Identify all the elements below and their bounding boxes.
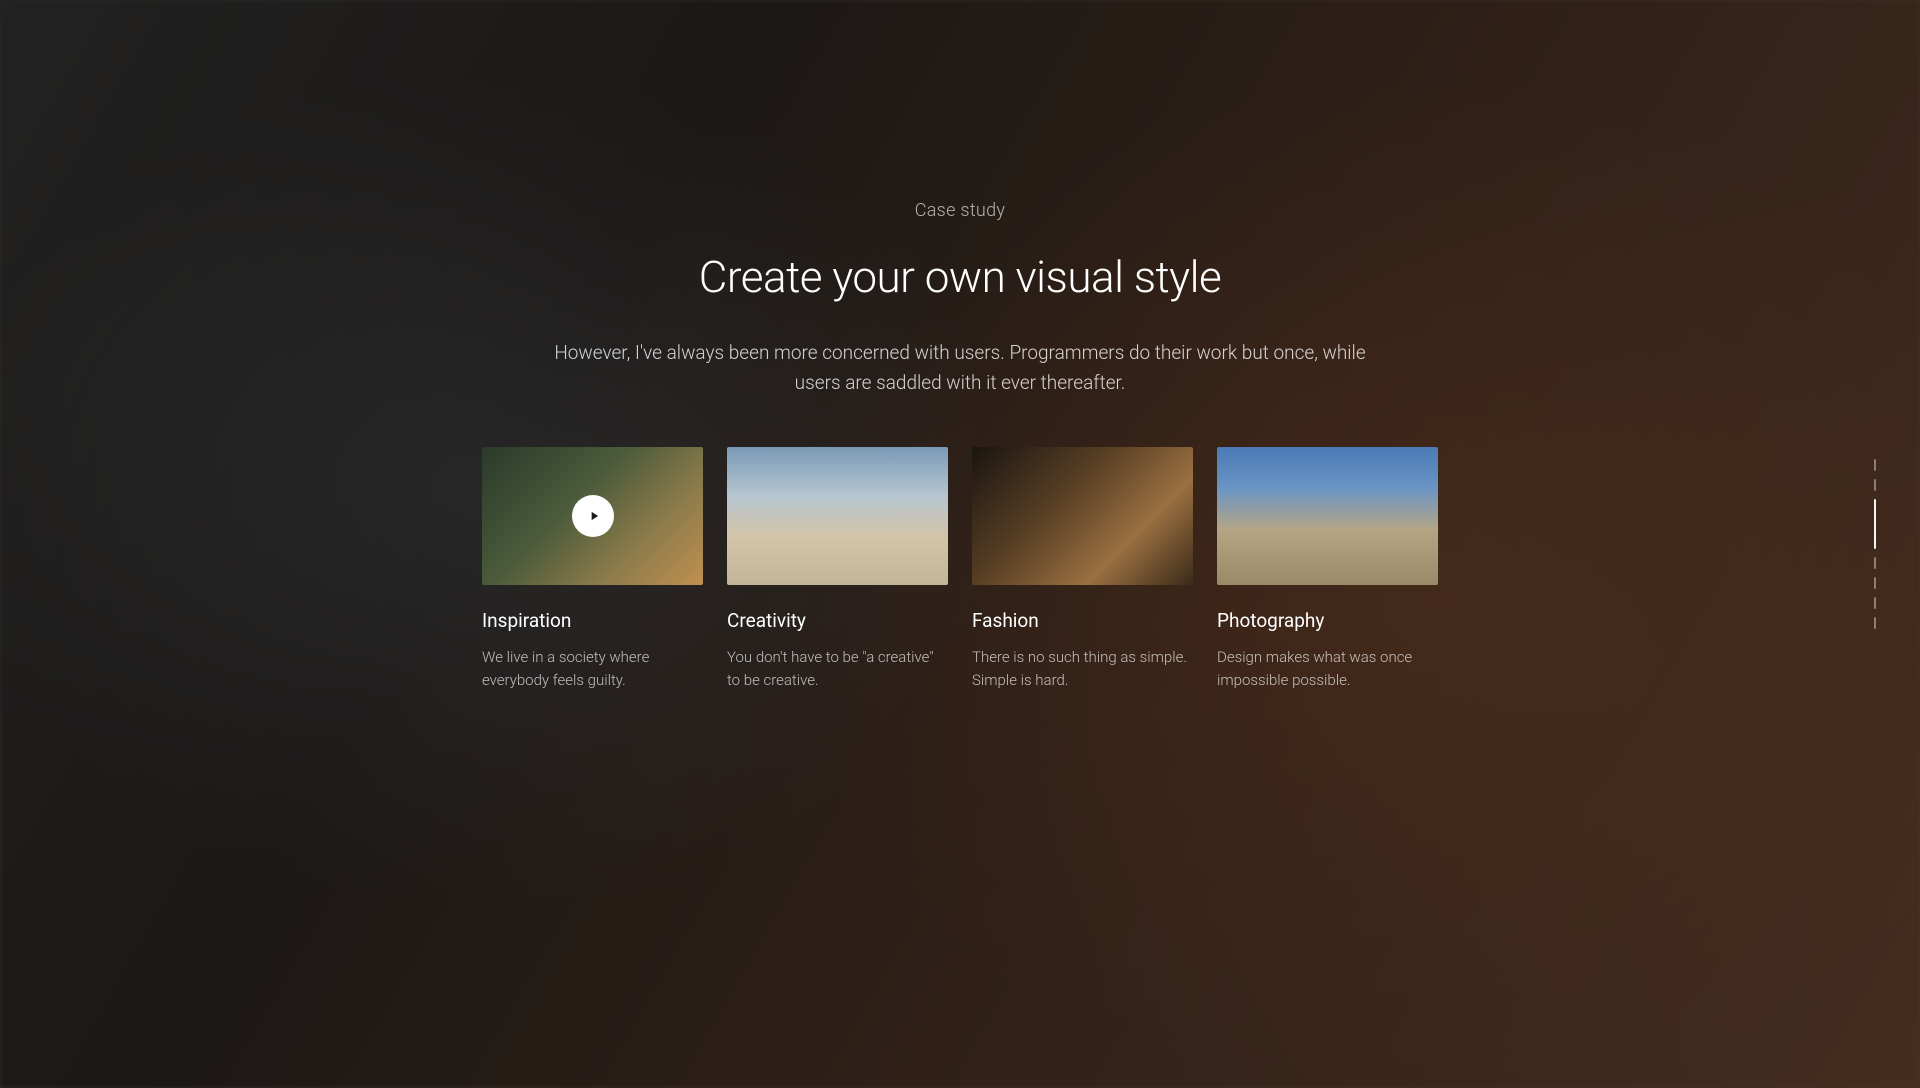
card-description: We live in a society where everybody fee… [482,646,703,693]
card-image-inspiration[interactable] [482,447,703,585]
card-image-photography[interactable] [1217,447,1438,585]
section-subheading: However, I've always been more concerned… [550,338,1370,399]
card-inspiration: Inspiration We live in a society where e… [482,447,703,693]
card-description: There is no such thing as simple. Simple… [972,646,1193,693]
card-title: Fashion [972,609,1193,632]
indicator-dot-1[interactable] [1874,459,1876,471]
play-button[interactable] [572,495,614,537]
page-indicator [1874,459,1876,629]
card-fashion: Fashion There is no such thing as simple… [972,447,1193,693]
content-container: Case study Create your own visual style … [0,0,1920,1088]
card-photography: Photography Design makes what was once i… [1217,447,1438,693]
card-description: You don't have to be "a creative" to be … [727,646,948,693]
card-image-fashion[interactable] [972,447,1193,585]
indicator-dot-4[interactable] [1874,557,1876,569]
indicator-dot-3[interactable] [1874,499,1876,549]
card-title: Photography [1217,609,1438,632]
indicator-dot-2[interactable] [1874,479,1876,491]
section-heading: Create your own visual style [699,251,1221,303]
play-icon [587,509,601,523]
card-title: Inspiration [482,609,703,632]
card-creativity: Creativity You don't have to be "a creat… [727,447,948,693]
cards-container: Inspiration We live in a society where e… [482,447,1438,693]
indicator-dot-5[interactable] [1874,577,1876,589]
indicator-dot-6[interactable] [1874,597,1876,609]
card-image-creativity[interactable] [727,447,948,585]
card-description: Design makes what was once impossible po… [1217,646,1438,693]
card-title: Creativity [727,609,948,632]
indicator-dot-7[interactable] [1874,617,1876,629]
section-eyebrow: Case study [915,200,1006,221]
